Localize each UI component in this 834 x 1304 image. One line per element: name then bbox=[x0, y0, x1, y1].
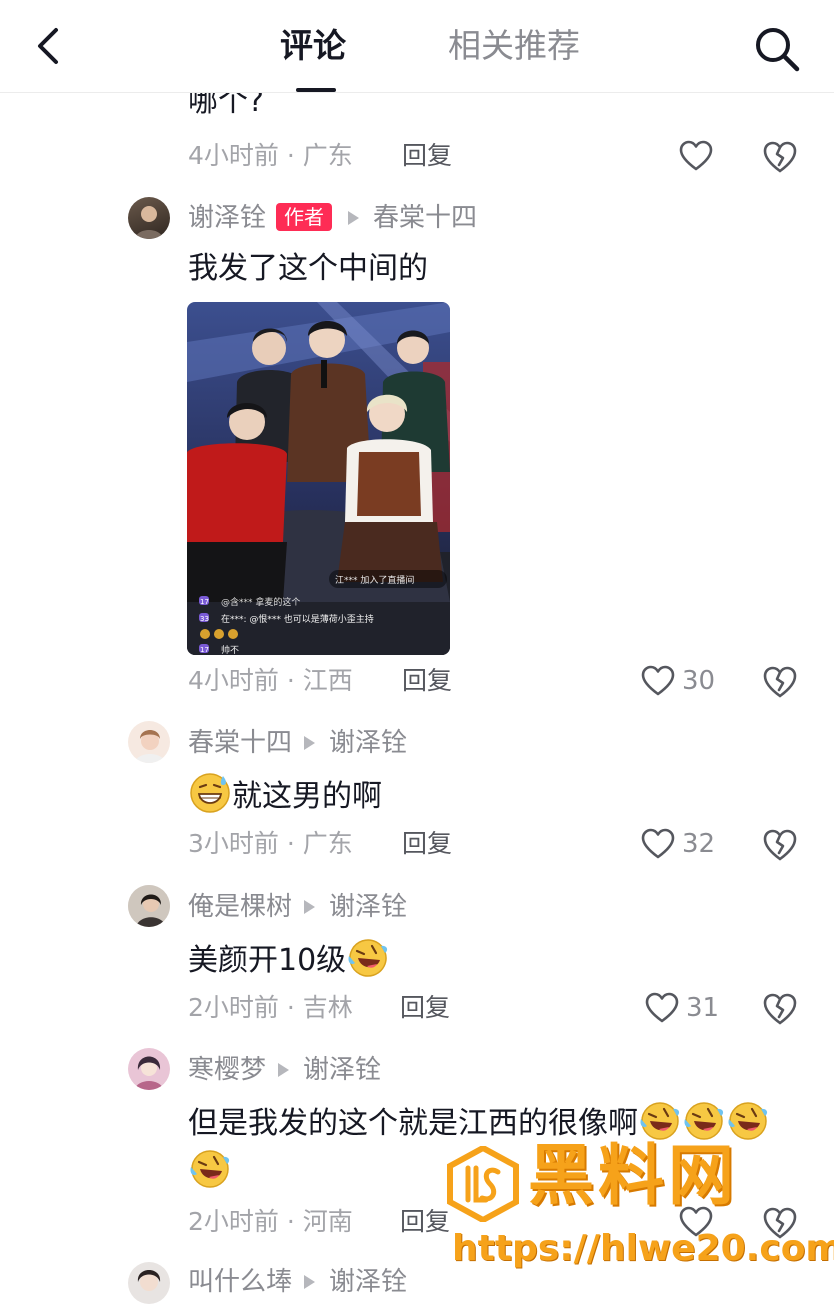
user-avatar-icon bbox=[137, 1270, 161, 1291]
comment-header: 寒樱梦 谢泽铨 bbox=[188, 1053, 381, 1087]
chat-message: 帅不 bbox=[221, 644, 239, 655]
laughing-crying-emoji-icon bbox=[640, 1102, 680, 1140]
comment-header: 春棠十四 谢泽铨 bbox=[188, 726, 407, 760]
livestream-photo: 江*** 加入了直播间 17 @含*** 拿麦的这个 33 在***: @恨**… bbox=[187, 302, 450, 655]
chat-badge: 17 bbox=[200, 646, 209, 654]
reply-to-username[interactable]: 谢泽铨 bbox=[329, 1267, 407, 1297]
reply-button[interactable]: 回复 bbox=[400, 1205, 450, 1239]
broken-heart-icon bbox=[763, 829, 797, 861]
user-avatar-icon bbox=[128, 1048, 170, 1090]
search-icon bbox=[756, 28, 800, 72]
laughing-crying-emoji-icon bbox=[190, 1150, 230, 1188]
watermark-brand: 黑料网 bbox=[528, 1137, 738, 1214]
avatar[interactable] bbox=[128, 1048, 170, 1090]
broken-heart-icon bbox=[763, 993, 797, 1025]
author-badge: 作者 bbox=[276, 202, 333, 231]
reply-arrow-icon bbox=[278, 1062, 290, 1077]
laughing-crying-emoji-icon bbox=[728, 1102, 768, 1140]
comment-image[interactable]: 江*** 加入了直播间 17 @含*** 拿麦的这个 33 在***: @恨**… bbox=[187, 302, 450, 655]
reply-button[interactable]: 回复 bbox=[402, 827, 452, 861]
active-tab-indicator bbox=[296, 88, 336, 92]
reply-button[interactable]: 回复 bbox=[402, 139, 452, 173]
reply-to-username[interactable]: 谢泽铨 bbox=[329, 892, 407, 922]
reply-arrow-icon bbox=[348, 210, 360, 225]
grin-sweat-emoji-icon bbox=[190, 773, 230, 813]
reply-arrow-icon bbox=[304, 899, 316, 914]
comment-text-line bbox=[188, 1147, 232, 1194]
user-avatar-icon bbox=[128, 885, 170, 927]
comment-text: 美颜开10级 bbox=[188, 943, 347, 978]
reply-button[interactable]: 回复 bbox=[402, 664, 452, 698]
tab-related-recommendations[interactable]: 相关推荐 bbox=[448, 24, 580, 68]
broken-heart-icon bbox=[763, 666, 797, 698]
heart-icon bbox=[645, 992, 679, 1023]
avatar[interactable] bbox=[128, 197, 170, 239]
dislike-button[interactable] bbox=[762, 140, 798, 174]
username[interactable]: 春棠十四 bbox=[188, 728, 292, 758]
like-button[interactable] bbox=[679, 140, 713, 172]
comment-time-location: 2小时前 · 河南 bbox=[188, 1207, 353, 1236]
heart-icon bbox=[641, 828, 675, 859]
comment-time-location: 4小时前 · 江西 bbox=[188, 666, 353, 695]
username[interactable]: 寒樱梦 bbox=[188, 1055, 266, 1085]
chevron-left-icon bbox=[38, 28, 58, 64]
reply-button[interactable]: 回复 bbox=[400, 991, 450, 1025]
reply-to-username[interactable]: 春棠十四 bbox=[373, 203, 477, 233]
comment-time-location: 4小时前 · 广东 bbox=[188, 141, 353, 170]
avatar[interactable] bbox=[128, 721, 170, 763]
comment-text: 就这男的啊 bbox=[232, 779, 382, 814]
comment-time-location: 3小时前 · 广东 bbox=[188, 829, 353, 858]
watermark-url: https://hlwe20.com bbox=[452, 1228, 834, 1269]
like-button[interactable] bbox=[641, 665, 675, 697]
heart-icon bbox=[641, 665, 675, 696]
back-button[interactable] bbox=[30, 24, 70, 68]
avatar[interactable] bbox=[128, 1262, 170, 1304]
reply-arrow-icon bbox=[304, 735, 316, 750]
chat-badge: 17 bbox=[200, 598, 209, 606]
reply-arrow-icon bbox=[304, 1274, 316, 1289]
username[interactable]: 谢泽铨 bbox=[188, 203, 266, 233]
comment-time-location: 2小时前 · 吉林 bbox=[188, 993, 353, 1022]
comment-text: 我发了这个中间的 bbox=[188, 251, 428, 286]
username[interactable]: 俺是棵树 bbox=[188, 892, 292, 922]
user-avatar-icon bbox=[135, 206, 163, 239]
comment-header: 叫什么埲 谢泽铨 bbox=[188, 1265, 407, 1299]
like-button[interactable] bbox=[645, 992, 679, 1024]
like-button[interactable] bbox=[641, 828, 675, 860]
reply-to-username[interactable]: 谢泽铨 bbox=[303, 1055, 381, 1085]
like-count: 30 bbox=[682, 666, 716, 696]
watermark-logo-icon bbox=[447, 1146, 519, 1222]
comment-text-line: 就这男的啊 bbox=[188, 772, 382, 819]
reply-to-username[interactable]: 谢泽铨 bbox=[329, 728, 407, 758]
tab-comments[interactable]: 评论 bbox=[280, 24, 346, 68]
top-bar: 评论 相关推荐 bbox=[0, 0, 834, 93]
username[interactable]: 叫什么埲 bbox=[188, 1267, 292, 1297]
chat-message: @含*** 拿麦的这个 bbox=[221, 596, 300, 608]
like-count: 32 bbox=[682, 829, 716, 859]
dislike-button[interactable] bbox=[762, 828, 798, 862]
laughing-crying-emoji-icon bbox=[684, 1102, 724, 1140]
comment-text-line: 美颜开10级 bbox=[188, 936, 390, 983]
dislike-button[interactable] bbox=[762, 665, 798, 699]
join-notice: 江*** 加入了直播间 bbox=[335, 574, 414, 586]
avatar[interactable] bbox=[128, 885, 170, 927]
search-button[interactable] bbox=[752, 24, 802, 74]
dislike-button[interactable] bbox=[762, 992, 798, 1026]
chat-message: 在***: @恨*** 也可以是薄荷小歪主持 bbox=[221, 613, 374, 625]
comment-header: 谢泽铨 作者 春棠十四 bbox=[188, 201, 477, 235]
comment-header: 俺是棵树 谢泽铨 bbox=[188, 890, 407, 924]
user-avatar-icon bbox=[134, 730, 166, 763]
laughing-crying-emoji-icon bbox=[348, 939, 388, 977]
heart-icon bbox=[679, 140, 713, 171]
broken-heart-icon bbox=[763, 141, 797, 173]
like-count: 31 bbox=[686, 993, 720, 1023]
chat-badge: 33 bbox=[200, 615, 209, 623]
